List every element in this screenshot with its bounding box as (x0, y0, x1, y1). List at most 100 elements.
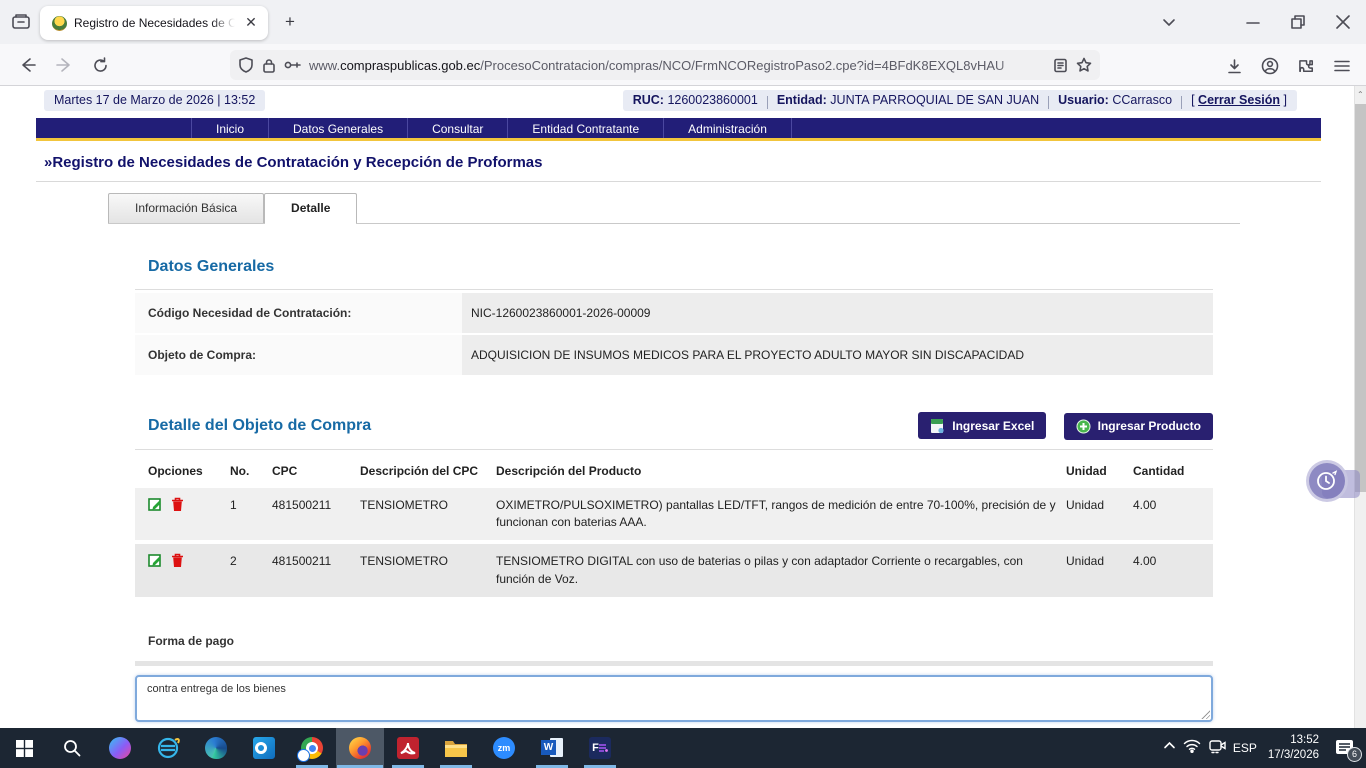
nav-item-administracion[interactable]: Administración (664, 118, 792, 138)
page-title: »Registro de Necesidades de Contratación… (44, 154, 543, 171)
tab-informacion-basica[interactable]: Información Básica (108, 193, 264, 223)
chrome-profile-badge (297, 749, 310, 762)
notification-center-icon[interactable]: 6 (1330, 733, 1360, 763)
start-button[interactable] (0, 728, 48, 768)
row-cantidad: 4.00 (1133, 544, 1213, 597)
col-no: No. (230, 456, 272, 484)
entidad-label: Entidad: (777, 93, 827, 107)
datetime-banner: Martes 17 de Marzo de 2026 | 13:52 (44, 90, 265, 111)
bookmark-star-icon[interactable] (1076, 57, 1092, 73)
list-tabs-icon[interactable] (1152, 0, 1186, 44)
reload-button[interactable] (86, 51, 114, 79)
web-page: Martes 17 de Marzo de 2026 | 13:52 RUC: … (0, 86, 1366, 728)
row-no: 2 (230, 544, 272, 597)
tab-title: Registro de Necesidades de Co (74, 16, 235, 30)
chrome-icon[interactable] (288, 728, 336, 768)
firefox-view-icon[interactable] (10, 11, 34, 33)
form-tabs: Información Básica Detalle (108, 193, 357, 223)
word-icon[interactable]: W (528, 728, 576, 768)
ingresar-producto-button[interactable]: Ingresar Producto (1064, 413, 1213, 440)
nav-item-consultar[interactable]: Consultar (408, 118, 508, 138)
back-button[interactable] (14, 51, 42, 79)
col-opciones: Opciones (135, 456, 230, 484)
table-row: 1 481500211 TENSIOMETRO OXIMETRO/PULSOXI… (135, 488, 1213, 541)
row-no: 1 (230, 488, 272, 541)
url-text: www.compraspublicas.gob.ec/ProcesoContra… (309, 58, 1045, 73)
browser-tab-strip: Registro de Necesidades de Co ✕ + (0, 0, 1366, 44)
window-restore-button[interactable] (1281, 0, 1315, 44)
table-header-row: Opciones No. CPC Descripción del CPC Des… (135, 456, 1213, 484)
tracking-shield-icon[interactable] (238, 57, 254, 73)
tab-detalle[interactable]: Detalle (264, 193, 357, 223)
col-desc-producto: Descripción del Producto (496, 456, 1066, 484)
tab-close-icon[interactable]: ✕ (242, 14, 260, 32)
row-unidad: Unidad (1066, 544, 1133, 597)
tray-time: 13:52 (1290, 734, 1319, 746)
resize-grip[interactable] (1200, 709, 1210, 719)
session-bar: RUC: 1260023860001 Entidad: JUNTA PARROQ… (623, 90, 1297, 111)
forward-button[interactable] (50, 51, 78, 79)
permissions-icon[interactable] (284, 59, 301, 71)
entidad-value: JUNTA PARROQUIAL DE SAN JUAN (830, 93, 1039, 107)
copilot-icon[interactable] (96, 728, 144, 768)
delete-icon[interactable] (171, 553, 184, 573)
col-unidad: Unidad (1066, 456, 1133, 484)
scroll-up-icon[interactable]: ⌃ (1357, 90, 1364, 99)
forma-pago-text: contra entrega de los bienes (147, 683, 286, 695)
hamburger-menu-icon[interactable] (1328, 52, 1356, 80)
logout-link[interactable]: Cerrar Sesión (1198, 93, 1280, 107)
tab-content: Datos Generales Código Necesidad de Cont… (135, 237, 1213, 722)
reader-view-icon[interactable] (1053, 58, 1068, 73)
firefox-icon[interactable] (336, 728, 384, 768)
row-producto: OXIMETRO/PULSOXIMETRO) pantallas LED/TFT… (496, 488, 1066, 541)
usuario-label: Usuario: (1058, 93, 1109, 107)
col-cantidad: Cantidad (1133, 456, 1213, 484)
wifi-icon[interactable] (1183, 739, 1201, 758)
internet-explorer-icon[interactable] (144, 728, 192, 768)
delete-icon[interactable] (171, 497, 184, 517)
browser-tab[interactable]: Registro de Necesidades de Co ✕ (40, 6, 268, 40)
edit-icon[interactable] (148, 553, 163, 573)
extensions-icon[interactable] (1292, 52, 1320, 80)
f-app-icon[interactable]: F (576, 728, 624, 768)
page-scrollbar[interactable]: ⌃ (1354, 86, 1366, 728)
dg-row-objeto: Objeto de Compra: ADQUISICION DE INSUMOS… (135, 335, 1213, 375)
forma-pago-textarea[interactable]: contra entrega de los bienes (135, 675, 1213, 722)
search-button[interactable] (48, 728, 96, 768)
datos-generales-heading: Datos Generales (148, 258, 1213, 276)
nav-item-datos-generales[interactable]: Datos Generales (269, 118, 408, 138)
language-indicator[interactable]: ESP (1233, 741, 1257, 755)
usuario-value: CCarrasco (1112, 93, 1172, 107)
ingresar-excel-button[interactable]: Ingresar Excel (918, 412, 1046, 439)
nav-item-inicio[interactable]: Inicio (191, 118, 269, 138)
window-close-button[interactable] (1326, 0, 1360, 44)
https-lock-icon[interactable] (262, 58, 276, 73)
url-bar[interactable]: www.compraspublicas.gob.ec/ProcesoContra… (230, 50, 1100, 80)
site-favicon-icon (52, 16, 67, 31)
codigo-value: NIC-1260023860001-2026-00009 (462, 293, 1213, 333)
account-icon[interactable] (1256, 52, 1284, 80)
acrobat-icon[interactable] (384, 728, 432, 768)
downloads-icon[interactable] (1220, 52, 1248, 80)
edge-icon[interactable] (192, 728, 240, 768)
dg-row-codigo: Código Necesidad de Contratación: NIC-12… (135, 293, 1213, 333)
windows-taskbar: zm W F ESP 13:52 17/3/2026 6 (0, 728, 1366, 768)
new-tab-button[interactable]: + (280, 12, 300, 32)
taskbar-clock[interactable]: 13:52 17/3/2026 (1264, 733, 1323, 763)
detalle-heading: Detalle del Objeto de Compra (148, 417, 371, 435)
codigo-label: Código Necesidad de Contratación: (135, 293, 462, 333)
zoom-icon[interactable]: zm (480, 728, 528, 768)
tray-date: 17/3/2026 (1268, 749, 1319, 761)
scrollbar-thumb[interactable] (1355, 104, 1366, 492)
row-cpc: 481500211 (272, 488, 360, 541)
nav-item-entidad-contratante[interactable]: Entidad Contratante (508, 118, 664, 138)
edit-icon[interactable] (148, 497, 163, 517)
table-row: 2 481500211 TENSIOMETRO TENSIOMETRO DIGI… (135, 544, 1213, 597)
ruc-value: 1260023860001 (667, 93, 757, 107)
objeto-label: Objeto de Compra: (135, 335, 462, 375)
file-explorer-icon[interactable] (432, 728, 480, 768)
meet-now-icon[interactable] (1208, 738, 1226, 759)
window-minimize-button[interactable] (1236, 0, 1270, 44)
tray-expand-icon[interactable] (1163, 739, 1176, 757)
outlook-icon[interactable] (240, 728, 288, 768)
